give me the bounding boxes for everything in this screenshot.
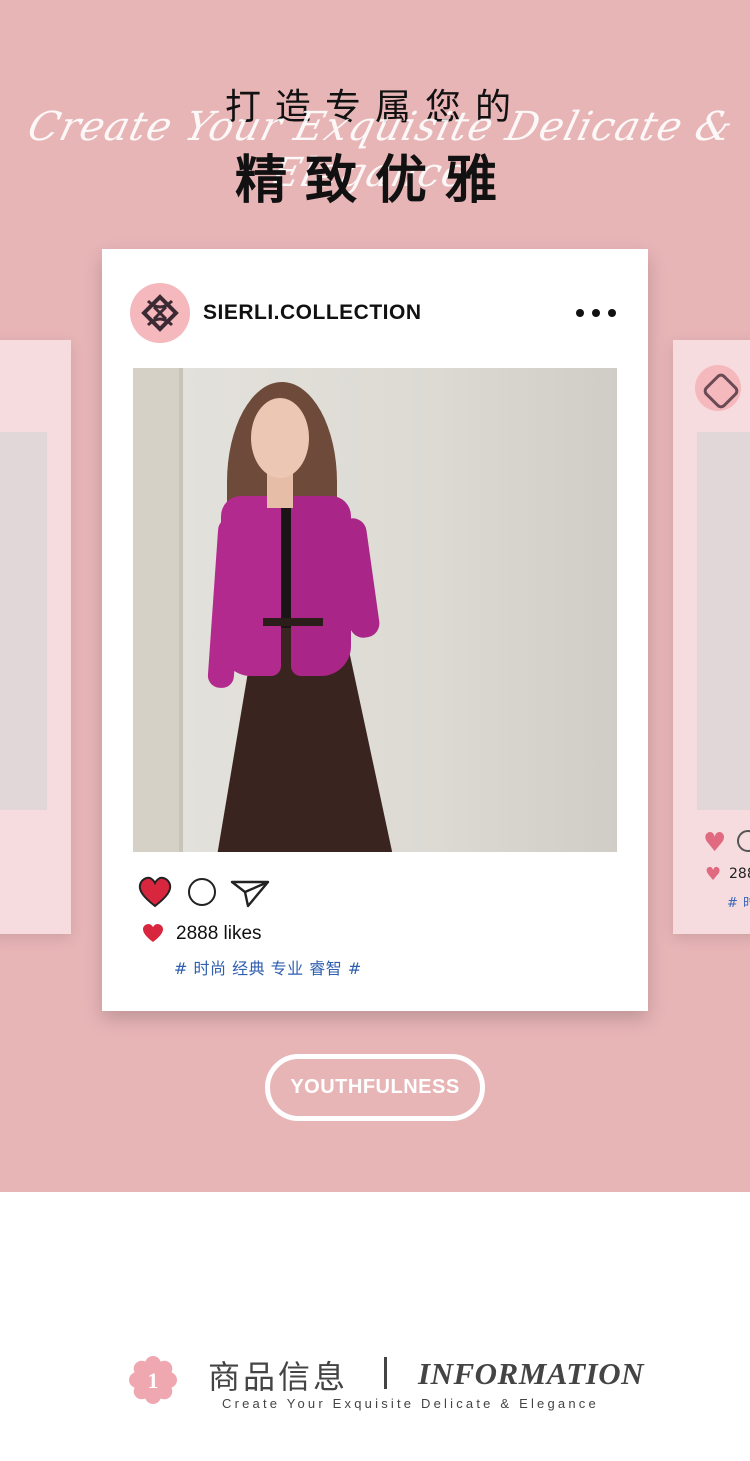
dot	[592, 309, 600, 317]
dot	[608, 309, 616, 317]
dot	[576, 309, 584, 317]
youthfulness-badge: YOUTHFULNESS	[265, 1054, 485, 1121]
brand-avatar[interactable]	[130, 283, 190, 343]
post-tags[interactable]: # 时尚 经典 专业 睿智 #	[174, 955, 362, 979]
side-post-likes: 288	[729, 866, 750, 882]
heart-icon: ♥	[703, 828, 727, 858]
side-post-card-right[interactable]: ♥ ♥ 288 # 时	[673, 340, 750, 934]
side-post-avatar	[695, 365, 741, 411]
side-post-image-left	[0, 432, 47, 810]
wall-edge	[179, 368, 183, 852]
model-jacket-left	[221, 496, 281, 676]
heart-icon[interactable]	[138, 876, 172, 908]
divider	[384, 1357, 387, 1389]
flower-number-icon: 1	[129, 1356, 177, 1404]
comment-icon[interactable]	[188, 878, 216, 906]
model-jacket-right	[291, 496, 351, 676]
likes-heart-icon	[143, 924, 163, 942]
likes-row: 2888 likes	[142, 921, 442, 947]
likes-heart-icon: ♥	[705, 864, 722, 885]
post-photo	[133, 368, 617, 852]
info-title-en: INFORMATION	[418, 1356, 644, 1391]
info-title-cn: 商品信息	[208, 1358, 349, 1396]
more-dots-icon[interactable]	[576, 299, 616, 327]
model-face	[251, 398, 309, 478]
post-card: SIERLI.COLLECTION 2888 likes # 时尚 经典 专业 …	[102, 249, 648, 1011]
section-number: 1	[148, 1368, 159, 1393]
info-subtitle: Create Your Exquisite Delicate & Eleganc…	[222, 1396, 599, 1411]
side-post-image-right	[697, 432, 750, 810]
badge-label: YOUTHFULNESS	[290, 1076, 460, 1098]
comment-icon	[737, 830, 750, 852]
side-post-card-left[interactable]	[0, 340, 71, 934]
side-post-tags: # 时	[727, 896, 750, 911]
hero-section: 打造专属您的 Create Your Exquisite Delicate & …	[0, 0, 750, 1192]
model-belt	[263, 618, 323, 626]
hero-title-line2: 精致优雅	[234, 151, 515, 211]
account-name[interactable]: SIERLI.COLLECTION	[203, 301, 422, 325]
send-icon[interactable]	[230, 878, 270, 908]
likes-count: 2888 likes	[176, 923, 262, 944]
brand-logo-icon	[141, 294, 179, 332]
post-actions	[138, 876, 278, 910]
